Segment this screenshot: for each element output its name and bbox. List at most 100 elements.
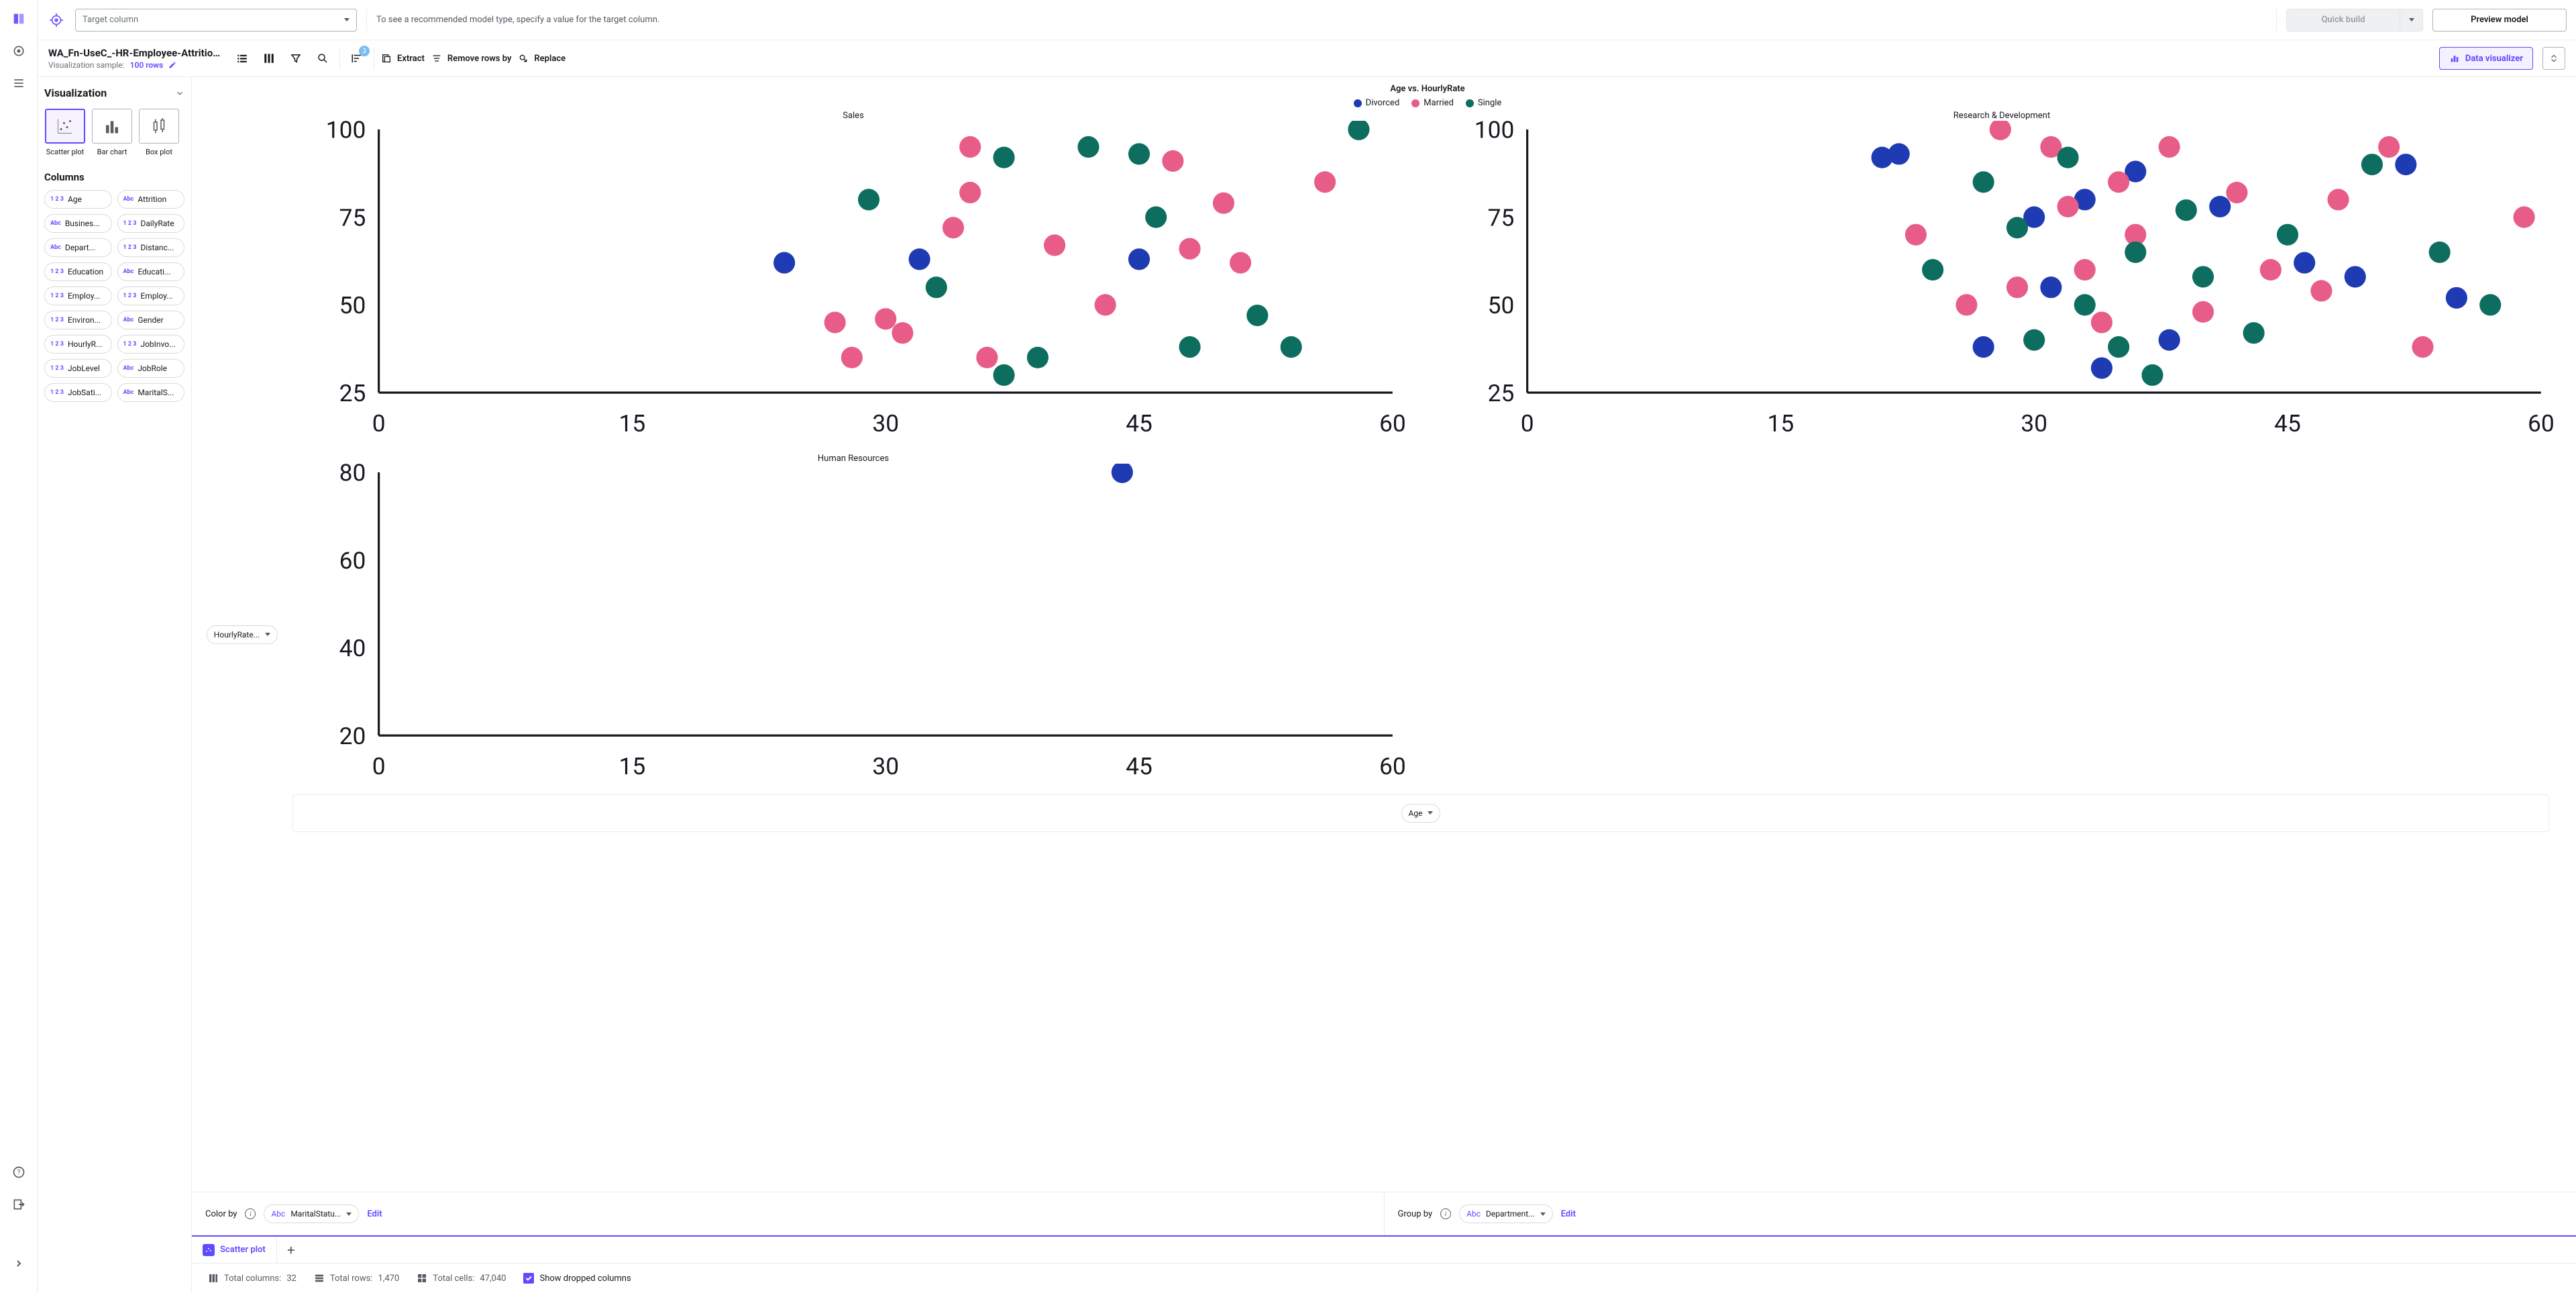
chart-config-row: Color by i Abc MaritalStatu... Edit Grou… <box>192 1192 2576 1235</box>
group-by-edit[interactable]: Edit <box>1561 1209 1576 1219</box>
svg-text:100: 100 <box>326 121 366 144</box>
tile-box[interactable]: Box plot <box>138 109 180 156</box>
rail-target-icon[interactable] <box>9 42 28 60</box>
color-by-edit[interactable]: Edit <box>367 1209 382 1219</box>
rail-list-icon[interactable] <box>9 74 28 93</box>
expand-button[interactable] <box>2542 47 2565 70</box>
svg-text:50: 50 <box>1488 291 1515 319</box>
chevron-right-icon[interactable] <box>9 1254 28 1273</box>
viz-title: Visualization <box>44 87 107 99</box>
column-chip[interactable]: 1 2 3HourlyR... <box>44 335 112 354</box>
facet-research-development: Research & Development015304560255075100 <box>1441 111 2563 447</box>
divider <box>339 48 340 69</box>
tab-bar: Scatter plot + <box>192 1235 2576 1263</box>
rows-icon <box>314 1273 325 1284</box>
color-by-pill[interactable]: Abc MaritalStatu... <box>264 1204 359 1223</box>
data-visualizer-button[interactable]: Data visualizer <box>2439 47 2533 70</box>
sample-label: Visualization sample: <box>48 60 125 70</box>
dataset-toolbar: WA_Fn-UseC_-HR-Employee-Attrition... Vis… <box>38 40 2576 77</box>
show-dropped-checkbox[interactable]: Show dropped columns <box>523 1273 631 1284</box>
column-chip[interactable]: AbcGender <box>117 311 185 329</box>
left-rail: ? <box>0 0 38 1293</box>
x-axis-pill[interactable]: Age <box>1401 804 1441 823</box>
exit-icon[interactable] <box>9 1195 28 1214</box>
color-by-label: Color by <box>205 1209 237 1219</box>
chevron-down-icon <box>344 18 350 21</box>
column-chip[interactable]: AbcEducati... <box>117 262 185 281</box>
chevron-down-icon <box>1428 811 1433 815</box>
quick-build-button: Quick build <box>2286 9 2400 32</box>
svg-text:30: 30 <box>872 409 899 437</box>
svg-text:45: 45 <box>2274 409 2301 437</box>
column-chip[interactable]: 1 2 3Education <box>44 262 112 281</box>
column-chip[interactable]: 1 2 3Employ... <box>117 287 185 305</box>
add-tab-button[interactable]: + <box>277 1242 305 1258</box>
chart-icon <box>2449 53 2460 64</box>
svg-text:40: 40 <box>339 635 366 663</box>
preview-model-button[interactable]: Preview model <box>2432 9 2567 32</box>
column-chip[interactable]: 1 2 3DailyRate <box>117 214 185 233</box>
column-chip[interactable]: 1 2 3Age <box>44 190 112 209</box>
svg-text:60: 60 <box>339 547 366 575</box>
svg-text:20: 20 <box>339 722 366 750</box>
svg-text:25: 25 <box>339 379 366 407</box>
tile-scatter[interactable]: Scatter plot <box>44 109 86 156</box>
help-icon[interactable]: ? <box>9 1163 28 1182</box>
remove-rows-button[interactable]: Remove rows by <box>431 53 512 64</box>
grid-view-icon[interactable] <box>259 48 279 68</box>
column-chip[interactable]: AbcBusines... <box>44 214 112 233</box>
chart-title: Age vs. HourlyRate <box>292 84 2563 94</box>
column-chip[interactable]: AbcAttrition <box>117 190 185 209</box>
svg-text:45: 45 <box>1126 752 1152 780</box>
chevron-down-icon <box>1540 1212 1546 1216</box>
cells-icon <box>417 1273 427 1284</box>
svg-text:100: 100 <box>1474 121 1515 144</box>
tab-scatter[interactable]: Scatter plot <box>192 1237 277 1263</box>
target-column-placeholder: Target column <box>83 15 138 25</box>
column-chip[interactable]: 1 2 3JobSati... <box>44 383 112 402</box>
column-chip[interactable]: AbcMaritalS... <box>117 383 185 402</box>
svg-text:15: 15 <box>1768 409 1794 437</box>
svg-text:25: 25 <box>1488 379 1515 407</box>
column-chip[interactable]: 1 2 3Environ... <box>44 311 112 329</box>
chevron-down-icon <box>265 633 270 636</box>
column-chip[interactable]: 1 2 3Distanc... <box>117 238 185 257</box>
sample-value[interactable]: 100 rows <box>130 60 164 70</box>
columns-icon <box>208 1273 219 1284</box>
column-chip[interactable]: 1 2 3JobLevel <box>44 359 112 378</box>
extract-button[interactable]: Extract <box>381 53 425 64</box>
edit-icon[interactable] <box>168 61 176 69</box>
column-chip[interactable]: AbcJobRole <box>117 359 185 378</box>
info-icon[interactable]: i <box>1440 1208 1451 1219</box>
svg-text:60: 60 <box>2528 409 2555 437</box>
sort-icon[interactable]: 3 <box>347 48 367 68</box>
sort-badge: 3 <box>359 46 370 56</box>
info-icon[interactable]: i <box>245 1208 256 1219</box>
svg-text:15: 15 <box>619 409 646 437</box>
column-chip[interactable]: AbcDepart... <box>44 238 112 257</box>
facet-human-resources: Human Resources01530456020406080 <box>292 454 1414 790</box>
filter-icon[interactable] <box>286 48 306 68</box>
column-chip[interactable]: 1 2 3Employ... <box>44 287 112 305</box>
y-axis-pill[interactable]: HourlyRate... <box>207 625 278 644</box>
list-view-icon[interactable] <box>232 48 252 68</box>
svg-text:75: 75 <box>1488 203 1515 231</box>
target-column-select[interactable]: Target column <box>75 9 357 32</box>
svg-text:15: 15 <box>619 752 646 780</box>
status-bar: Total columns: 32 Total rows: 1,470 Tota… <box>192 1263 2576 1293</box>
search-icon[interactable] <box>313 48 333 68</box>
group-by-pill[interactable]: Abc Department... <box>1459 1204 1553 1223</box>
svg-text:45: 45 <box>1126 409 1152 437</box>
app-logo-icon[interactable] <box>9 9 28 28</box>
divider <box>366 9 367 31</box>
chevron-down-icon[interactable] <box>175 89 184 98</box>
top-bar: Target column To see a recommended model… <box>38 0 2576 40</box>
replace-button[interactable]: Replace <box>518 53 566 64</box>
tile-bar[interactable]: Bar chart <box>91 109 133 156</box>
svg-text:0: 0 <box>1521 409 1534 437</box>
svg-text:0: 0 <box>372 409 386 437</box>
svg-text:0: 0 <box>372 752 386 780</box>
svg-text:80: 80 <box>339 464 366 487</box>
visualization-panel: Visualization Scatter plotBar chartBox p… <box>38 77 192 1293</box>
column-chip[interactable]: 1 2 3JobInvo... <box>117 335 185 354</box>
